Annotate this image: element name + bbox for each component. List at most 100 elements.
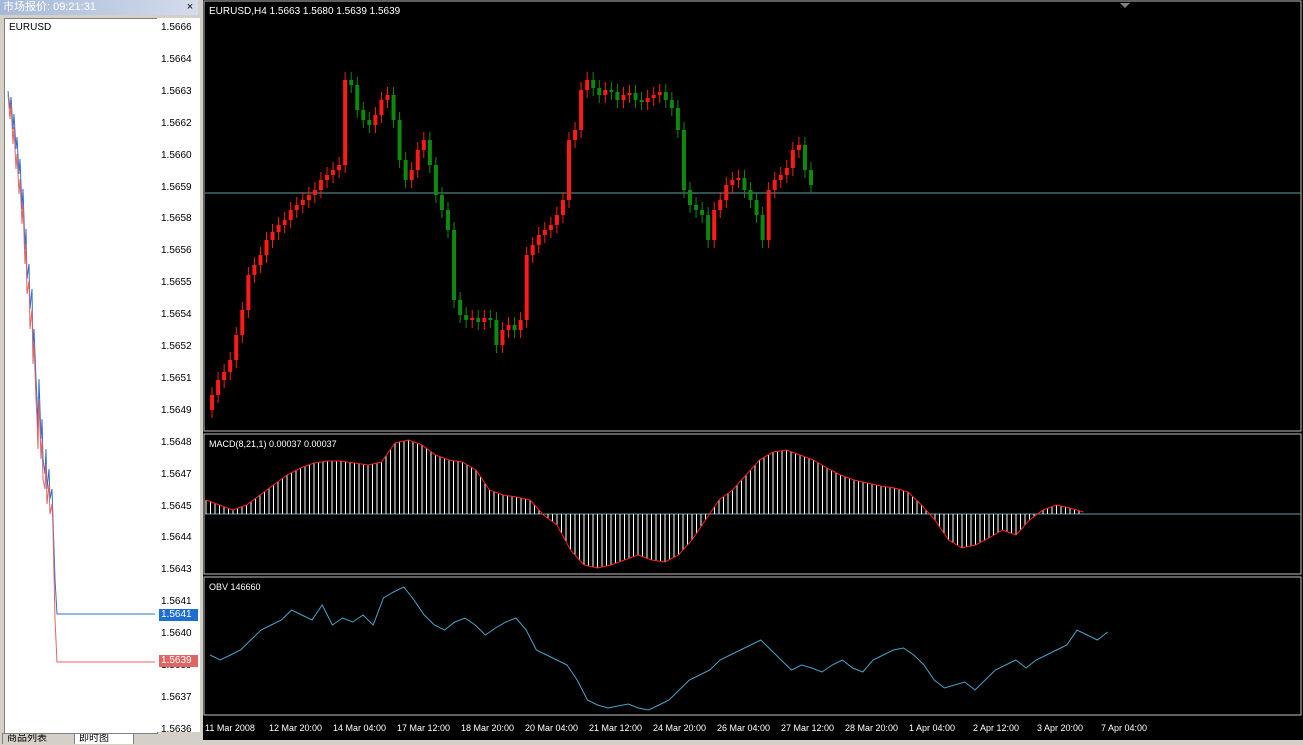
candle-body [506, 325, 511, 330]
candle-body [784, 168, 789, 175]
candle-body [367, 120, 372, 125]
candle-body [288, 210, 293, 220]
time-label: 3 Apr 20:00 [1037, 723, 1083, 733]
candle-body [391, 95, 396, 120]
time-label: 20 Mar 04:00 [525, 723, 578, 733]
candle-body [331, 170, 336, 175]
candle-body [439, 195, 444, 210]
candle-body [337, 165, 342, 170]
candle-body [349, 80, 354, 85]
candle-body [796, 145, 801, 150]
candle-body [470, 318, 475, 320]
candle-body [458, 300, 463, 315]
price-tick-label: 1.5649 [161, 404, 192, 416]
tab-symbols[interactable]: 商品列表 [2, 733, 78, 744]
candle-body [681, 130, 686, 190]
candle-body [736, 178, 741, 180]
candle-body [748, 190, 753, 200]
candle-body [633, 93, 638, 100]
candle-body [766, 190, 771, 240]
candle-body [760, 215, 765, 240]
candle-body [373, 115, 378, 125]
close-icon[interactable]: × [184, 1, 196, 13]
price-tick-label: 1.5654 [161, 309, 192, 321]
macd-label: MACD(8,21,1) 0.00037 0.00037 [209, 439, 337, 449]
candle-body [669, 100, 674, 108]
candle-body [639, 100, 644, 102]
price-tick-label: 1.5645 [161, 500, 192, 512]
candle-body [579, 90, 584, 130]
candle-body [518, 320, 523, 330]
candle-body [222, 372, 227, 380]
candle-body [379, 100, 384, 115]
tick-price-axis: 1.5666 1.5664 1.5663 1.5662 1.5660 1.5659 1.56… [157, 18, 200, 735]
time-label: 7 Apr 04:00 [1101, 723, 1147, 733]
bid-price-badge: 1.5639 [159, 655, 198, 667]
tab-tick-chart[interactable]: 即时图 [74, 733, 134, 744]
chart-header: EURUSD,H4 1.5663 1.5680 1.5639 1.5639 [209, 6, 401, 17]
candle-body [512, 325, 517, 330]
candle-body [706, 215, 711, 240]
chart-canvas[interactable]: EURUSD,H4 1.5663 1.5680 1.5639 1.5639 MA… [203, 0, 1303, 740]
candle-body [688, 190, 692, 205]
candle-body [542, 230, 547, 235]
candle-body [482, 318, 487, 322]
candle-body [615, 92, 620, 100]
candle-body [500, 330, 505, 345]
candle-body [385, 95, 390, 100]
time-label: 17 Mar 12:00 [397, 723, 450, 733]
candle-body [325, 175, 329, 180]
candle-body [675, 108, 680, 130]
price-tick-label: 1.5656 [161, 245, 192, 257]
candle-body [234, 335, 239, 360]
price-tick-label: 1.5643 [161, 564, 192, 576]
price-tick-label: 1.5660 [161, 149, 192, 161]
candle-body [415, 150, 420, 170]
time-label: 12 Mar 20:00 [269, 723, 322, 733]
candle-body [772, 180, 777, 190]
market-watch-title: 市场报价: 09:21:31 [0, 0, 198, 15]
price-pane-frame [203, 0, 1302, 432]
time-label: 2 Apr 12:00 [973, 723, 1019, 733]
macd-signal-line [205, 439, 1084, 569]
time-label: 11 Mar 2008 [205, 723, 255, 733]
time-label: 18 Mar 20:00 [461, 723, 514, 733]
candle-body [573, 130, 578, 140]
candle-body [452, 230, 457, 300]
price-tick-label: 1.5659 [161, 181, 192, 193]
candle-body [724, 185, 729, 200]
candle-body [536, 235, 541, 245]
candle-body [621, 95, 626, 100]
candle-body [270, 232, 275, 240]
chart-window[interactable]: EURUSD,H4 1.5663 1.5680 1.5639 1.5639 MA… [203, 0, 1303, 740]
price-tick-label: 1.5652 [161, 341, 192, 352]
candle-body [355, 85, 360, 110]
candle-body [645, 98, 650, 102]
time-axis: 11 Mar 2008 12 Mar 20:00 14 Mar 04:00 17… [205, 723, 1147, 733]
obv-line [209, 586, 1108, 711]
price-tick-label: 1.5662 [161, 117, 192, 129]
candle-body [228, 360, 233, 372]
price-tick-label: 1.5647 [161, 468, 192, 480]
obv-pane-frame [203, 576, 1302, 716]
candle-body [651, 95, 656, 98]
candle-body [712, 210, 717, 240]
tick-chart[interactable]: EURUSD [4, 18, 158, 734]
price-tick-label: 1.5658 [161, 213, 192, 225]
candle-body [663, 92, 668, 100]
time-label: 28 Mar 20:00 [845, 723, 898, 733]
candle-body [264, 240, 269, 255]
candle-body [778, 175, 783, 180]
chart-shift-marker[interactable] [1120, 3, 1130, 8]
price-tick-label: 1.5637 [161, 691, 192, 703]
candle-body [343, 80, 348, 165]
candle-body [294, 205, 299, 210]
candle-body [240, 310, 245, 335]
time-label: 26 Mar 04:00 [717, 723, 770, 733]
price-tick-label: 1.5648 [161, 436, 192, 448]
candle-body [427, 140, 432, 165]
price-tick-label: 1.5640 [161, 628, 192, 640]
time-label: 1 Apr 04:00 [909, 723, 955, 733]
candle-body [494, 320, 499, 345]
candle-body [802, 145, 807, 170]
